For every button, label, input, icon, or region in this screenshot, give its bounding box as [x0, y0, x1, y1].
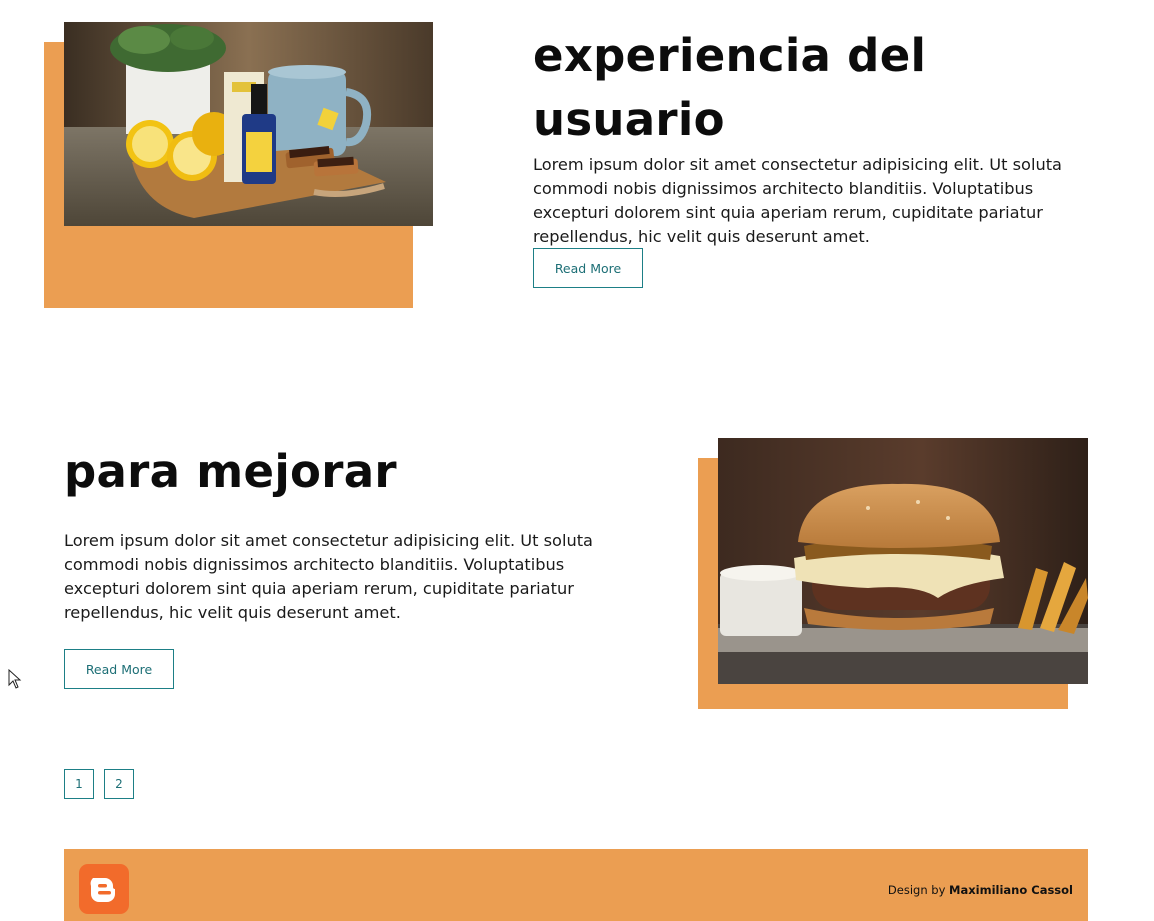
post-title[interactable]: para mejorar	[64, 440, 584, 504]
post-image[interactable]	[718, 438, 1088, 684]
blogger-glyph	[90, 878, 115, 902]
site-footer: Design by Maximiliano Cassol	[64, 849, 1088, 921]
read-more-button[interactable]: Read More	[533, 248, 643, 288]
mouse-pointer-icon	[8, 669, 22, 689]
read-more-button[interactable]: Read More	[64, 649, 174, 689]
design-credit: Design by Maximiliano Cassol	[888, 883, 1073, 897]
credit-prefix: Design by	[887, 883, 946, 897]
page-button-2[interactable]: 2	[104, 769, 134, 799]
cbd-oil-tea-lemons-photo	[64, 22, 433, 226]
post-image[interactable]	[64, 22, 433, 226]
post-title[interactable]: experiencia del usuario	[533, 24, 953, 152]
blogger-icon[interactable]	[79, 864, 129, 914]
credit-author-link[interactable]: Maximiliano Cassol	[949, 883, 1073, 897]
cheeseburger-fries-photo	[718, 438, 1088, 684]
pagination: 1 2	[64, 769, 134, 799]
page-button-1[interactable]: 1	[64, 769, 94, 799]
post-excerpt: Lorem ipsum dolor sit amet consectetur a…	[533, 155, 1062, 246]
blog-page: experiencia del usuario Lorem ipsum dolo…	[0, 0, 1154, 921]
post-excerpt: Lorem ipsum dolor sit amet consectetur a…	[64, 531, 593, 622]
